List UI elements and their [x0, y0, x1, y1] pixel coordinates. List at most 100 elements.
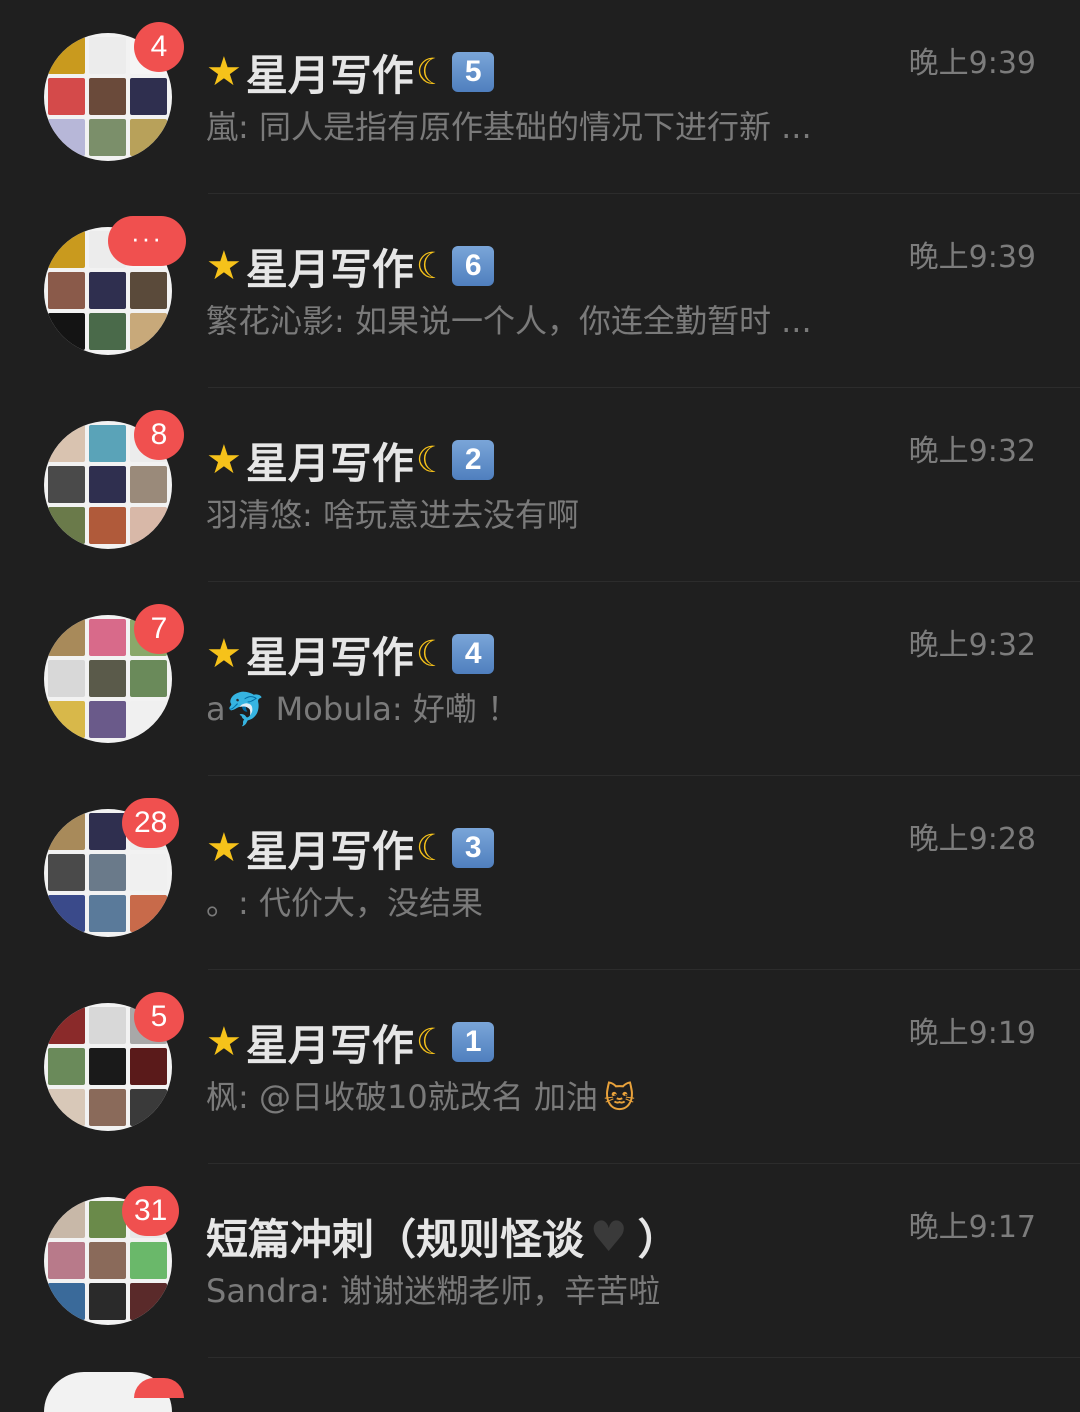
unread-badge: 7 [134, 604, 184, 654]
crescent-moon-icon: ☾ [415, 439, 449, 481]
member-avatar-tile [48, 507, 85, 544]
member-avatar-tile [89, 119, 126, 156]
keycap-number-icon: 4 [452, 634, 495, 674]
member-avatar-tile [130, 1283, 167, 1320]
chat-row[interactable]: 31 短篇冲刺（规则怪谈 ♥） 晚上9:17 Sandra: 谢谢迷糊老师，辛苦啦 [0, 1164, 1080, 1358]
member-avatar-tile [48, 466, 85, 503]
chat-title-text: 短篇冲刺（规则怪谈 [206, 1214, 585, 1264]
member-avatar-tile [89, 895, 126, 932]
member-avatar-tile [89, 313, 126, 350]
star-icon: ★ [206, 437, 242, 483]
member-avatar-tile [130, 701, 167, 738]
chat-row[interactable]: 5 ★ 星月写作 ☾ 1 晚上9:19 枫: @日收破10就改名 加油 🐱 [0, 970, 1080, 1164]
crescent-moon-icon: ☾ [415, 633, 449, 675]
member-avatar-tile [130, 660, 167, 697]
member-avatar-tile [89, 1089, 126, 1126]
unread-badge: 8 [134, 410, 184, 460]
member-avatar-tile [89, 37, 126, 74]
unread-badge: 31 [122, 1186, 180, 1236]
crescent-moon-icon: ☾ [415, 51, 449, 93]
member-avatar-tile [130, 895, 167, 932]
chat-title: ★ 星月写作 ☾ 6 [206, 238, 495, 294]
member-avatar-tile [89, 1048, 126, 1085]
last-message-preview: 羽清悠: 啥玩意进去没有啊 [206, 494, 856, 536]
member-avatar-tile [130, 1048, 167, 1085]
last-message-time: 晚上9:17 [908, 1210, 1036, 1245]
member-avatar-tile [48, 660, 85, 697]
chat-title: ★ 星月写作 ☾ 4 [206, 626, 495, 682]
last-message-preview: 枫: @日收破10就改名 加油 🐱 [206, 1076, 856, 1120]
unread-badge: ··· [108, 216, 186, 266]
chat-title-text: 星月写作 [245, 244, 414, 294]
chat-title: 短篇冲刺（规则怪谈 ♥） [206, 1208, 680, 1264]
member-avatar-tile [130, 119, 167, 156]
last-message-time: 晚上9:19 [908, 1016, 1036, 1051]
member-avatar-tile [48, 313, 85, 350]
last-message-time: 晚上9:39 [908, 46, 1036, 81]
chat-row[interactable]: 8 ★ 星月写作 ☾ 2 晚上9:32 羽清悠: 啥玩意进去没有啊 [0, 388, 1080, 582]
star-icon: ★ [206, 631, 242, 677]
unread-badge: 4 [134, 22, 184, 72]
chat-list: 4 ★ 星月写作 ☾ 5 晚上9:39 嵐: 同人是指有原作基础的情况下进行新 ... ···… [0, 0, 1080, 1385]
member-avatar-tile [89, 507, 126, 544]
member-avatar-tile [48, 1007, 85, 1044]
chat-title: ★ 星月写作 ☾ 1 [206, 1014, 495, 1070]
chat-title-text: 星月写作 [245, 438, 414, 488]
chat-title-text: 星月写作 [245, 826, 414, 876]
chat-row[interactable]: 28 ★ 星月写作 ☾ 3 晚上9:28 。: 代价大，没结果 [0, 776, 1080, 970]
chat-title: ★ 星月写作 ☾ 2 [206, 432, 495, 488]
member-avatar-tile [89, 813, 126, 850]
chat-title: ★ 星月写作 ☾ 3 [206, 820, 495, 876]
chat-row[interactable]: 4 ★ 星月写作 ☾ 5 晚上9:39 嵐: 同人是指有原作基础的情况下进行新 ... [0, 0, 1080, 194]
member-avatar-tile [130, 272, 167, 309]
last-message-time: 晚上9:32 [908, 628, 1036, 663]
chat-row[interactable]: ··· ★ 星月写作 ☾ 6 晚上9:39 繁花沁影: 如果说一个人，你连全勤暂时 ... [0, 194, 1080, 388]
member-avatar-tile [48, 1283, 85, 1320]
member-avatar-tile [48, 37, 85, 74]
member-avatar-tile [130, 1089, 167, 1126]
black-heart-icon: ♥ [590, 1211, 628, 1261]
member-avatar-tile [48, 813, 85, 850]
chat-title-text: 星月写作 [245, 1020, 414, 1070]
star-icon: ★ [206, 825, 242, 871]
member-avatar-tile [48, 425, 85, 462]
member-avatar-tile [48, 895, 85, 932]
last-message-preview: 嵐: 同人是指有原作基础的情况下进行新 ... [206, 106, 856, 148]
member-avatar-tile [48, 231, 85, 268]
chat-title-text: 星月写作 [245, 632, 414, 682]
member-avatar-tile [48, 272, 85, 309]
member-avatar-tile [89, 1201, 126, 1238]
chat-title-text: 星月写作 [245, 50, 414, 100]
member-avatar-tile [89, 78, 126, 115]
last-message-text: 繁花沁影: 如果说一个人，你连全勤暂时 ... [206, 302, 812, 340]
unread-badge: 28 [122, 798, 180, 848]
member-avatar-tile [89, 854, 126, 891]
member-avatar-tile [48, 78, 85, 115]
last-message-time: 晚上9:39 [908, 240, 1036, 275]
member-avatar-tile [89, 1283, 126, 1320]
member-avatar-tile [130, 1242, 167, 1279]
keycap-number-icon: 5 [452, 52, 495, 92]
last-message-text: a🐬 Mobula: 好嘞 ！ [206, 690, 520, 728]
member-avatar-tile [48, 1242, 85, 1279]
last-message-text: 枫: @日收破10就改名 加油 [206, 1078, 598, 1116]
last-message-time: 晚上9:28 [908, 822, 1036, 857]
member-avatar-tile [89, 466, 126, 503]
member-avatar-tile [48, 854, 85, 891]
chat-title: ★ 星月写作 ☾ 5 [206, 44, 495, 100]
keycap-number-icon: 2 [452, 440, 495, 480]
member-avatar-tile [89, 701, 126, 738]
keycap-number-icon: 3 [452, 828, 495, 868]
chat-row[interactable]: 7 ★ 星月写作 ☾ 4 晚上9:32 a🐬 Mobula: 好嘞 ！ [0, 582, 1080, 776]
member-avatar-tile [48, 1201, 85, 1238]
last-message-preview: 繁花沁影: 如果说一个人，你连全勤暂时 ... [206, 300, 856, 342]
member-avatar-tile [89, 660, 126, 697]
star-icon: ★ [206, 1019, 242, 1065]
member-avatar-tile [48, 619, 85, 656]
keycap-number-icon: 6 [452, 246, 495, 286]
member-avatar-tile [130, 507, 167, 544]
last-message-text: 。: 代价大，没结果 [206, 884, 483, 922]
crescent-moon-icon: ☾ [415, 1021, 449, 1063]
member-avatar-tile [89, 1242, 126, 1279]
member-avatar-tile [89, 1007, 126, 1044]
